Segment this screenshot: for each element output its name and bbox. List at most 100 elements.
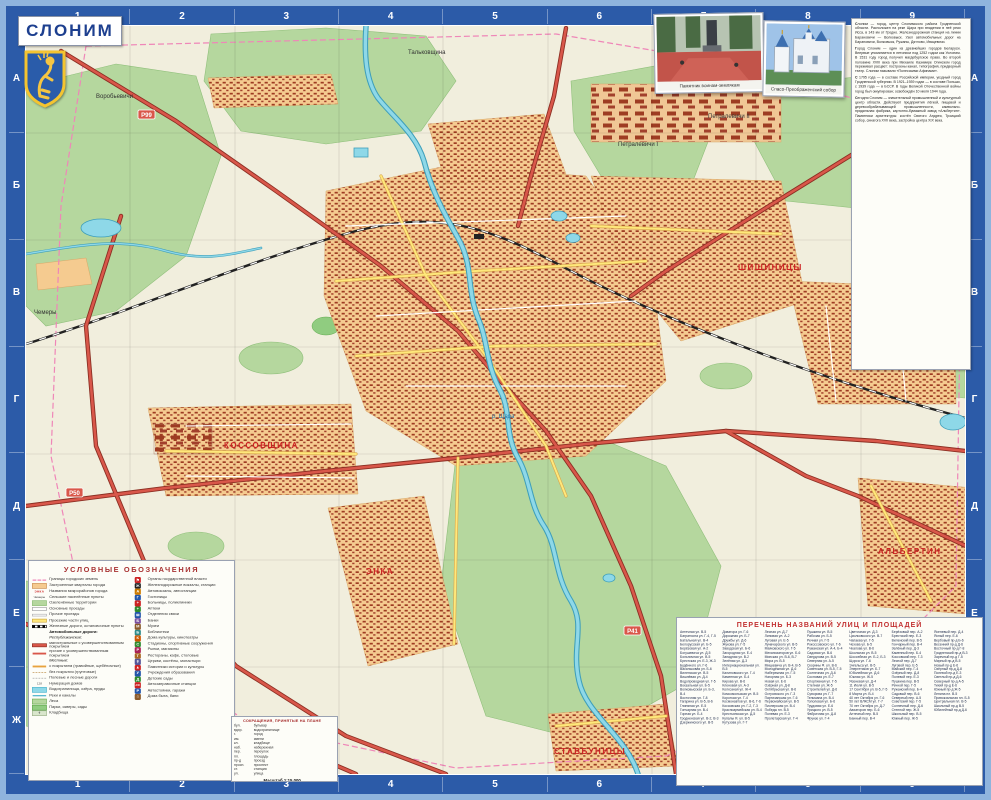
- legend-item-label: Автовокзалы, автостанции: [148, 590, 197, 594]
- legend-symbol-field: [33, 678, 47, 679]
- grid-col-label: 4: [339, 9, 443, 24]
- coat-of-arms: [22, 50, 68, 108]
- legend-symbol: [32, 614, 47, 616]
- legend-column-left: Границы городских земель Застроенные квар…: [32, 577, 125, 716]
- street-index-column: Лесная ул. Д-7 Липовая ул. А-2 Луговая у…: [765, 631, 805, 725]
- district-label: АЛЬБЕРТИН: [878, 547, 941, 556]
- legend-item-label: Гостиницы: [148, 595, 167, 599]
- legend-item-label: без покрытия (грунтовые): [49, 670, 96, 674]
- abbreviation-row: ул.улица: [234, 772, 330, 776]
- legend-item-label: Республиканские:: [49, 636, 82, 640]
- street-index-column: Пушкина ул. В-5 Рабочая ул. Б-5 Речная у…: [807, 631, 847, 725]
- legend-item-label: Границы городских земель: [49, 578, 98, 582]
- legend-item-label: прочие с усовершенствованным покрытием: [49, 650, 125, 658]
- info-paragraph: Город Слоним — один из древнейших городо…: [855, 47, 961, 74]
- legend-item-label: Названия микрорайонов города: [49, 590, 107, 594]
- legend-symbol-water: [32, 687, 47, 693]
- map-scale: Масштаб 1:15 000: [234, 778, 330, 782]
- legend-symbol: [32, 695, 47, 696]
- cathedral-photo-image: [766, 23, 843, 85]
- legend-symbol-cem: ✝: [32, 711, 47, 717]
- legend-symbol-boundary: [33, 579, 47, 580]
- legend-symbol: ЭНКА: [32, 590, 47, 594]
- legend-item-label: Отделения связи: [148, 613, 179, 617]
- legend-symbol-mr: ЭНКА: [35, 590, 45, 594]
- legend-box: УСЛОВНЫЕ ОБОЗНАЧЕНИЯ Границы городских з…: [28, 560, 235, 781]
- info-paragraph: Слоним — город, центр Слонимского района…: [855, 22, 961, 45]
- legend-symbol: [32, 583, 47, 589]
- poi-icon: ⌂: [135, 694, 141, 700]
- legend-symbol: ✝: [32, 711, 47, 717]
- legend-item-label: Автомобильные дороги:: [49, 630, 98, 634]
- grid-col-label: 4: [339, 777, 443, 792]
- legend-item-label: Стадионы, спортивные сооружения: [148, 642, 213, 646]
- legend-column-right: ⚑Органы государственной властиЖЖелезнодо…: [130, 577, 223, 716]
- map-sheet: 123456789 123456789 АБВГДЕЖ АБВГДЕЖ: [0, 0, 991, 800]
- legend-item-label: Застроенные кварталы города: [49, 584, 105, 588]
- district-label: СТАВБУНИЦЫ: [554, 747, 626, 756]
- legend-symbol-green: [32, 601, 47, 607]
- legend-item-label: Нумерация домов: [49, 682, 82, 686]
- legend-item: прочие с усовершенствованным покрытием: [32, 650, 125, 658]
- photo-monument: Памятник воинам-землякам: [653, 12, 764, 94]
- road-shield-label: Р41: [627, 629, 638, 635]
- grid-row-label: Д: [967, 453, 982, 560]
- legend-symbol: [32, 607, 47, 611]
- grid-col-label: 5: [443, 777, 547, 792]
- street-index-column: Цветочная ул. Д-3 Циолковского ул. В-7 Ч…: [849, 631, 889, 725]
- legend-symbol: [32, 619, 47, 623]
- legend-item: ✝Кладбища: [32, 710, 125, 716]
- district-label: КОССОВЩИНА: [224, 441, 299, 450]
- legend-symbol-street: [32, 619, 47, 623]
- abbreviation-short: ул.: [234, 772, 254, 776]
- legend-item-label: Местные:: [49, 659, 68, 663]
- legend-symbol: [32, 644, 47, 648]
- photo-caption: Спасо-Преображенский собор: [765, 84, 841, 94]
- legend-item-label: Водохранилища, озёра, пруды: [49, 688, 105, 692]
- grid-row-label: Д: [9, 453, 24, 560]
- lion-head: [46, 57, 55, 66]
- legend-item-label: Парки, скверы, сады: [49, 705, 87, 709]
- legend-item: ⌂ Дома быта, бани: [130, 694, 223, 700]
- grid-col-label: 5: [443, 9, 547, 24]
- settlement-label: Воробьевичи: [96, 94, 133, 100]
- legend-symbol-forest: [32, 699, 47, 705]
- grid-col-label: 6: [548, 9, 652, 24]
- map-title: СЛОНИМ: [26, 21, 114, 41]
- legend-symbol: [32, 699, 47, 705]
- legend-symbol: [32, 653, 47, 655]
- grid-row-label: Ж: [9, 667, 24, 774]
- legend-item-label: Аптеки: [148, 607, 161, 611]
- grid-row-label: Е: [9, 560, 24, 667]
- grid-row-label: Б: [9, 133, 24, 240]
- road-shield-label: Р50: [69, 491, 80, 497]
- photo-caption: Памятник воинам-землякам: [657, 80, 761, 91]
- legend-item-label: Больницы, поликлиники: [148, 601, 192, 605]
- legend-item-label: Учреждения образования: [148, 671, 195, 675]
- street-index-title: ПЕРЕЧЕНЬ НАЗВАНИЙ УЛИЦ И ПЛОЩАДЕЙ: [680, 622, 979, 629]
- grid-row-label: Г: [9, 347, 24, 454]
- grid-col-label: 2: [130, 9, 234, 24]
- city-info-box: Слоним — город, центр Слонимского района…: [851, 18, 971, 370]
- legend-item-label: Сельские населённые пункты: [49, 595, 103, 599]
- legend-item-label: Детские сады: [148, 677, 173, 681]
- legend-symbol-rail: [32, 625, 47, 628]
- settlement-label: Чемеры: [34, 310, 56, 316]
- abbreviations-box: СОКРАЩЕНИЯ, ПРИНЯТЫЕ НА ПЛАНЕ бул.бульва…: [231, 716, 338, 782]
- legend-item-label: Реки и каналы: [49, 694, 75, 698]
- info-paragraph: Сегодня Слоним — значительный промышленн…: [855, 96, 961, 123]
- monument-photo-image: [656, 15, 761, 82]
- legend-symbol-nums: 128: [37, 682, 42, 686]
- settlement-label: Петралевичи II: [708, 114, 750, 120]
- street-index-box: ПЕРЕЧЕНЬ НАЗВАНИЙ УЛИЦ И ПЛОЩАДЕЙ Аптечн…: [676, 617, 983, 786]
- settlement-label: Тальковщина: [408, 50, 446, 56]
- legend-item-label: Дома быта, бани: [148, 695, 179, 699]
- info-paragraph: С 1795 года — в составе Российской импер…: [855, 76, 961, 94]
- legend-item-label: Банки: [148, 619, 159, 623]
- legend-symbol: [32, 601, 47, 607]
- legend-item-label: Рынки, магазины: [148, 648, 179, 652]
- street-index-column: Берёзовый пер. А-2 Брестский пер. Е-3 Ви…: [892, 631, 932, 725]
- abbreviations-list: бул.бульварвдхр.водохранилищег.городим.и…: [234, 724, 330, 776]
- legend-symbol: ⌂: [130, 694, 145, 700]
- legend-symbol: 128: [32, 682, 47, 686]
